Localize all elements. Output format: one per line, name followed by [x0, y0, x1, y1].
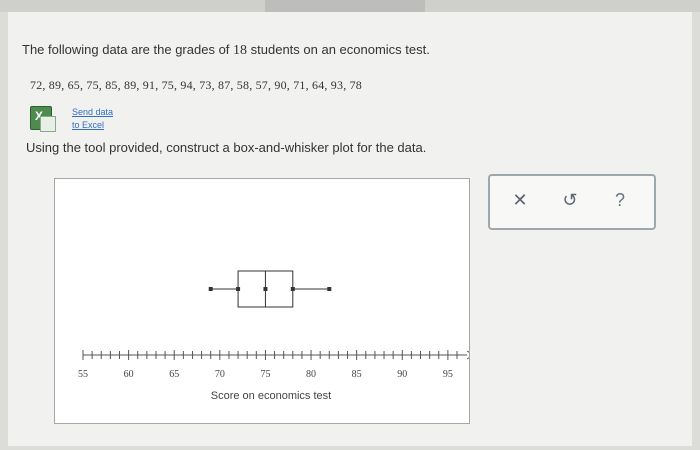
x-tick-label: 65: [169, 369, 179, 380]
x-tick-label: 85: [352, 369, 362, 380]
max-point[interactable]: [327, 287, 332, 291]
top-strip: [0, 0, 700, 12]
question-count: 18: [233, 43, 248, 58]
x-tick-label: 55: [78, 369, 88, 380]
instruction-text: Using the tool provided, construct a box…: [26, 140, 427, 155]
min-point[interactable]: [208, 287, 213, 291]
x-axis-arrow: [466, 350, 476, 360]
top-bar: [265, 0, 425, 12]
close-icon[interactable]: ✕: [508, 188, 532, 212]
send-data-to-excel-link[interactable]: Send data to Excel: [72, 106, 113, 132]
excel-sheet-icon: [40, 116, 56, 132]
x-tick-label: 80: [306, 369, 316, 380]
send-link-line1: Send data: [72, 107, 114, 117]
graph-area[interactable]: 55 60 65 70 75 80 85 90 95 Score on economics tes…: [54, 178, 476, 424]
question-text-after: students on an economics test.: [247, 42, 430, 57]
question-text: The following data are the grades of 18 …: [22, 42, 430, 59]
boxplot-svg[interactable]: 55 60 65 70 75 80 85 90 95 Score on economics tes…: [55, 179, 476, 423]
x-tick-label: 90: [397, 369, 407, 380]
question-text-before: The following data are the grades of: [22, 42, 234, 57]
data-values: 72, 89, 65, 75, 85, 89, 91, 75, 94, 73, …: [30, 78, 362, 92]
x-tick-label: 60: [124, 369, 134, 380]
q3-point[interactable]: [290, 287, 295, 291]
tool-panel: ✕ ↺ ?: [488, 174, 656, 230]
q1-point[interactable]: [236, 287, 241, 291]
x-tick-label: 70: [215, 369, 225, 380]
median-point[interactable]: [263, 287, 268, 291]
send-link-line2: to Excel: [72, 120, 105, 130]
help-icon[interactable]: ?: [608, 188, 632, 212]
x-tick-label: 75: [260, 369, 270, 380]
x-axis-label: Score on economics test: [211, 390, 331, 402]
x-tick-label: 95: [443, 369, 453, 380]
undo-icon[interactable]: ↺: [558, 188, 582, 212]
